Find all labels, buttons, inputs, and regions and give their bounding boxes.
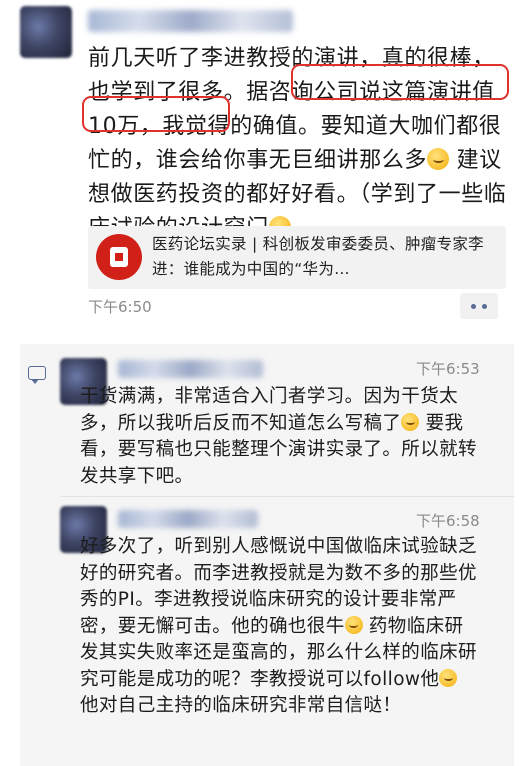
pharma-forum-logo-icon [96, 234, 142, 280]
comment-2-text-part-3: 他对自己主持的临床研究非常自信哒！ [80, 695, 402, 716]
shared-article-title: 医药论坛实录 | 科创板发审委委员、肿瘤专家李进：谁能成为中国的“华为… [152, 235, 484, 278]
more-dot-icon [471, 304, 476, 309]
highlight-box-line-1 [291, 64, 509, 100]
thinking-face-emoji [439, 668, 458, 687]
comment-1-text: 干货满满，非常适合入门者学习。因为干货太多，所以我听后反而不知道怎么写稿了 要我… [80, 384, 480, 490]
face-with-tears-of-joy-emoji [427, 148, 450, 170]
comment-2-time: 下午6:58 [416, 512, 480, 530]
commenter-1-name-redacted[interactable] [118, 360, 263, 378]
shared-article-card[interactable]: 医药论坛实录 | 科创板发审委委员、肿瘤专家李进：谁能成为中国的“华为… [88, 226, 506, 289]
more-dot-icon [482, 304, 487, 309]
comment-icon [28, 366, 46, 384]
face-with-tears-of-joy-emoji [401, 412, 420, 431]
post-author-name-redacted[interactable] [88, 10, 293, 32]
highlight-box-line-2 [82, 96, 230, 132]
comment-1-time: 下午6:53 [416, 360, 480, 378]
comment-divider [60, 496, 514, 497]
comment-2-text: 好多次了，听到别人感慨说中国做临床试验缺乏好的研究者。而李进教授就是为数不多的那… [80, 534, 480, 720]
commenter-2-name-redacted[interactable] [118, 510, 258, 528]
comments-section: 下午6:53 干货满满，非常适合入门者学习。因为干货太多，所以我听后反而不知道怎… [20, 344, 514, 766]
post-author-avatar[interactable] [20, 6, 72, 58]
star-struck-emoji [344, 615, 363, 634]
post-time: 下午6:50 [88, 298, 152, 316]
more-actions-button[interactable] [460, 293, 498, 319]
